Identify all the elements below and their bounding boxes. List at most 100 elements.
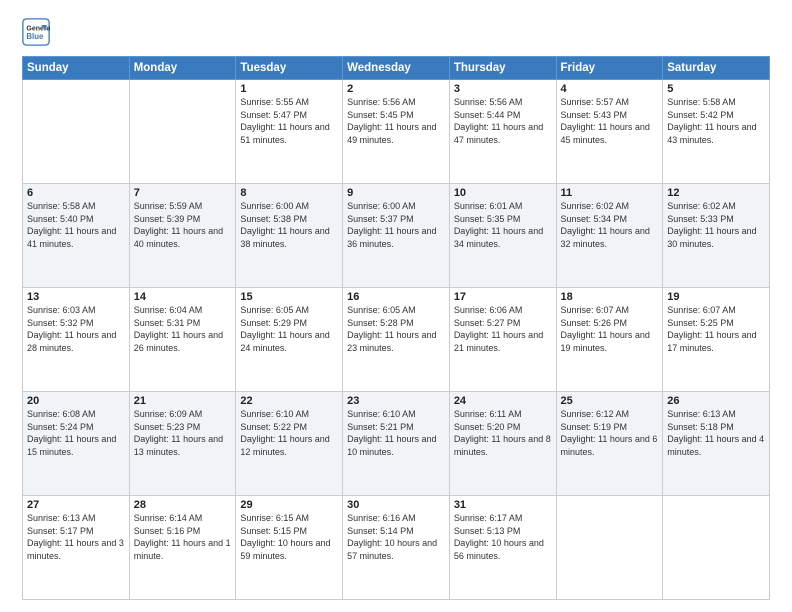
calendar-week-row: 27Sunrise: 6:13 AM Sunset: 5:17 PM Dayli… [23, 496, 770, 600]
calendar-cell: 24Sunrise: 6:11 AM Sunset: 5:20 PM Dayli… [449, 392, 556, 496]
calendar-cell: 5Sunrise: 5:58 AM Sunset: 5:42 PM Daylig… [663, 80, 770, 184]
day-number: 27 [27, 499, 125, 511]
day-info: Sunrise: 5:56 AM Sunset: 5:44 PM Dayligh… [454, 96, 552, 146]
day-header: Sunday [23, 57, 130, 80]
day-number: 11 [561, 187, 659, 199]
day-number: 13 [27, 291, 125, 303]
day-number: 8 [240, 187, 338, 199]
day-number: 20 [27, 395, 125, 407]
day-number: 28 [134, 499, 232, 511]
calendar-cell [663, 496, 770, 600]
day-header: Monday [129, 57, 236, 80]
day-info: Sunrise: 5:56 AM Sunset: 5:45 PM Dayligh… [347, 96, 445, 146]
day-info: Sunrise: 6:00 AM Sunset: 5:37 PM Dayligh… [347, 200, 445, 250]
calendar-cell: 6Sunrise: 5:58 AM Sunset: 5:40 PM Daylig… [23, 184, 130, 288]
header: General Blue [22, 18, 770, 46]
day-info: Sunrise: 6:02 AM Sunset: 5:33 PM Dayligh… [667, 200, 765, 250]
calendar-cell [556, 496, 663, 600]
day-info: Sunrise: 5:59 AM Sunset: 5:39 PM Dayligh… [134, 200, 232, 250]
calendar-cell: 31Sunrise: 6:17 AM Sunset: 5:13 PM Dayli… [449, 496, 556, 600]
svg-text:Blue: Blue [26, 32, 44, 41]
day-info: Sunrise: 6:17 AM Sunset: 5:13 PM Dayligh… [454, 512, 552, 562]
calendar-cell: 17Sunrise: 6:06 AM Sunset: 5:27 PM Dayli… [449, 288, 556, 392]
day-info: Sunrise: 6:03 AM Sunset: 5:32 PM Dayligh… [27, 304, 125, 354]
day-info: Sunrise: 6:13 AM Sunset: 5:17 PM Dayligh… [27, 512, 125, 562]
day-number: 5 [667, 83, 765, 95]
calendar-cell: 30Sunrise: 6:16 AM Sunset: 5:14 PM Dayli… [343, 496, 450, 600]
day-number: 25 [561, 395, 659, 407]
day-info: Sunrise: 6:09 AM Sunset: 5:23 PM Dayligh… [134, 408, 232, 458]
calendar-cell: 4Sunrise: 5:57 AM Sunset: 5:43 PM Daylig… [556, 80, 663, 184]
day-number: 10 [454, 187, 552, 199]
logo-icon: General Blue [22, 18, 50, 46]
day-number: 3 [454, 83, 552, 95]
day-header: Friday [556, 57, 663, 80]
calendar-cell [23, 80, 130, 184]
day-info: Sunrise: 6:11 AM Sunset: 5:20 PM Dayligh… [454, 408, 552, 458]
calendar-cell: 26Sunrise: 6:13 AM Sunset: 5:18 PM Dayli… [663, 392, 770, 496]
day-header: Saturday [663, 57, 770, 80]
day-number: 31 [454, 499, 552, 511]
day-number: 1 [240, 83, 338, 95]
day-number: 6 [27, 187, 125, 199]
day-number: 22 [240, 395, 338, 407]
day-number: 18 [561, 291, 659, 303]
calendar-cell: 13Sunrise: 6:03 AM Sunset: 5:32 PM Dayli… [23, 288, 130, 392]
logo: General Blue [22, 18, 54, 46]
day-number: 4 [561, 83, 659, 95]
calendar-cell: 12Sunrise: 6:02 AM Sunset: 5:33 PM Dayli… [663, 184, 770, 288]
calendar-cell: 28Sunrise: 6:14 AM Sunset: 5:16 PM Dayli… [129, 496, 236, 600]
calendar-week-row: 6Sunrise: 5:58 AM Sunset: 5:40 PM Daylig… [23, 184, 770, 288]
day-info: Sunrise: 6:08 AM Sunset: 5:24 PM Dayligh… [27, 408, 125, 458]
day-number: 26 [667, 395, 765, 407]
day-info: Sunrise: 5:57 AM Sunset: 5:43 PM Dayligh… [561, 96, 659, 146]
day-info: Sunrise: 6:06 AM Sunset: 5:27 PM Dayligh… [454, 304, 552, 354]
day-info: Sunrise: 6:10 AM Sunset: 5:22 PM Dayligh… [240, 408, 338, 458]
calendar-week-row: 13Sunrise: 6:03 AM Sunset: 5:32 PM Dayli… [23, 288, 770, 392]
day-info: Sunrise: 6:00 AM Sunset: 5:38 PM Dayligh… [240, 200, 338, 250]
day-info: Sunrise: 6:13 AM Sunset: 5:18 PM Dayligh… [667, 408, 765, 458]
day-info: Sunrise: 6:05 AM Sunset: 5:29 PM Dayligh… [240, 304, 338, 354]
calendar-week-row: 1Sunrise: 5:55 AM Sunset: 5:47 PM Daylig… [23, 80, 770, 184]
calendar-cell: 16Sunrise: 6:05 AM Sunset: 5:28 PM Dayli… [343, 288, 450, 392]
calendar-cell: 9Sunrise: 6:00 AM Sunset: 5:37 PM Daylig… [343, 184, 450, 288]
calendar-cell: 25Sunrise: 6:12 AM Sunset: 5:19 PM Dayli… [556, 392, 663, 496]
calendar-cell: 18Sunrise: 6:07 AM Sunset: 5:26 PM Dayli… [556, 288, 663, 392]
calendar-cell: 22Sunrise: 6:10 AM Sunset: 5:22 PM Dayli… [236, 392, 343, 496]
calendar-cell [129, 80, 236, 184]
day-number: 7 [134, 187, 232, 199]
day-number: 21 [134, 395, 232, 407]
calendar-cell: 14Sunrise: 6:04 AM Sunset: 5:31 PM Dayli… [129, 288, 236, 392]
calendar-cell: 1Sunrise: 5:55 AM Sunset: 5:47 PM Daylig… [236, 80, 343, 184]
day-info: Sunrise: 6:01 AM Sunset: 5:35 PM Dayligh… [454, 200, 552, 250]
day-info: Sunrise: 5:58 AM Sunset: 5:42 PM Dayligh… [667, 96, 765, 146]
calendar-week-row: 20Sunrise: 6:08 AM Sunset: 5:24 PM Dayli… [23, 392, 770, 496]
calendar-cell: 3Sunrise: 5:56 AM Sunset: 5:44 PM Daylig… [449, 80, 556, 184]
day-info: Sunrise: 6:02 AM Sunset: 5:34 PM Dayligh… [561, 200, 659, 250]
day-info: Sunrise: 6:05 AM Sunset: 5:28 PM Dayligh… [347, 304, 445, 354]
day-info: Sunrise: 6:10 AM Sunset: 5:21 PM Dayligh… [347, 408, 445, 458]
day-info: Sunrise: 6:04 AM Sunset: 5:31 PM Dayligh… [134, 304, 232, 354]
calendar-cell: 19Sunrise: 6:07 AM Sunset: 5:25 PM Dayli… [663, 288, 770, 392]
calendar-cell: 11Sunrise: 6:02 AM Sunset: 5:34 PM Dayli… [556, 184, 663, 288]
calendar-page: General Blue SundayMondayTuesdayWednesda… [0, 0, 792, 612]
calendar-header-row: SundayMondayTuesdayWednesdayThursdayFrid… [23, 57, 770, 80]
day-number: 2 [347, 83, 445, 95]
day-header: Thursday [449, 57, 556, 80]
calendar-cell: 15Sunrise: 6:05 AM Sunset: 5:29 PM Dayli… [236, 288, 343, 392]
day-number: 24 [454, 395, 552, 407]
day-header: Tuesday [236, 57, 343, 80]
day-number: 12 [667, 187, 765, 199]
day-info: Sunrise: 6:15 AM Sunset: 5:15 PM Dayligh… [240, 512, 338, 562]
day-number: 17 [454, 291, 552, 303]
day-number: 16 [347, 291, 445, 303]
day-number: 23 [347, 395, 445, 407]
day-number: 14 [134, 291, 232, 303]
calendar-cell: 29Sunrise: 6:15 AM Sunset: 5:15 PM Dayli… [236, 496, 343, 600]
calendar-table: SundayMondayTuesdayWednesdayThursdayFrid… [22, 56, 770, 600]
day-info: Sunrise: 6:16 AM Sunset: 5:14 PM Dayligh… [347, 512, 445, 562]
calendar-cell: 7Sunrise: 5:59 AM Sunset: 5:39 PM Daylig… [129, 184, 236, 288]
day-header: Wednesday [343, 57, 450, 80]
day-info: Sunrise: 6:14 AM Sunset: 5:16 PM Dayligh… [134, 512, 232, 562]
calendar-cell: 21Sunrise: 6:09 AM Sunset: 5:23 PM Dayli… [129, 392, 236, 496]
